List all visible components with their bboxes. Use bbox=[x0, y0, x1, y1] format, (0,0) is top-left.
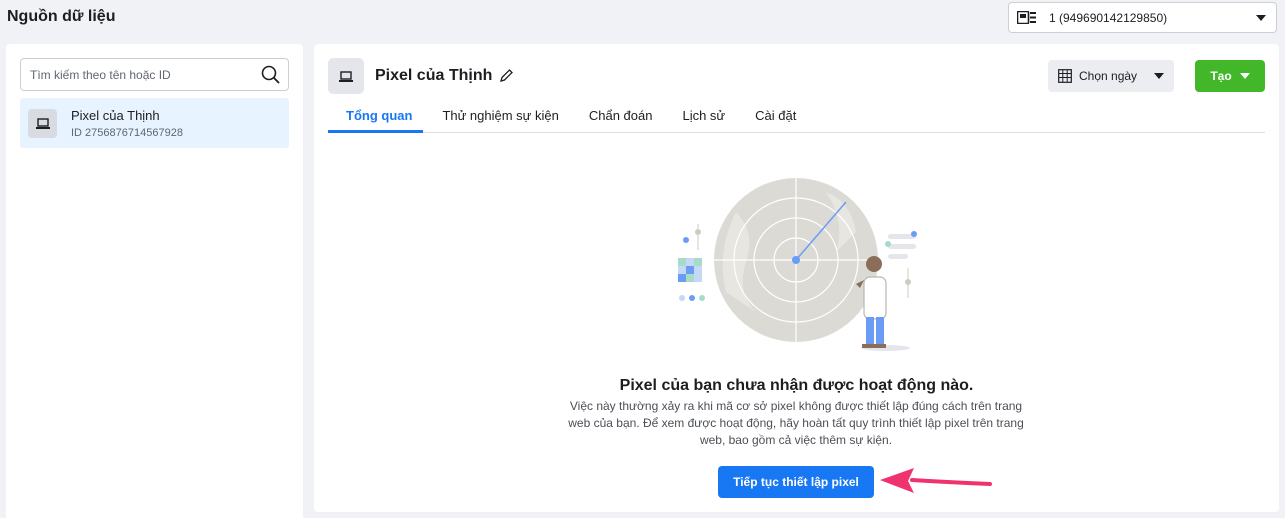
arrow-annotation-icon bbox=[880, 468, 992, 493]
search-input[interactable] bbox=[30, 67, 261, 82]
business-account-icon bbox=[1016, 10, 1036, 25]
create-button-label: Tạo bbox=[1210, 69, 1232, 83]
tab-history[interactable]: Lịch sử bbox=[682, 96, 725, 133]
account-label: 1 (949690142129850) bbox=[1049, 10, 1168, 25]
laptop-icon bbox=[328, 58, 364, 94]
calendar-icon bbox=[1058, 69, 1072, 83]
sidebar: Pixel của Thịnh ID 2756876714567928 bbox=[6, 44, 303, 518]
continue-setup-button[interactable]: Tiếp tục thiết lập pixel bbox=[718, 466, 874, 498]
tab-test-events[interactable]: Thử nghiệm sự kiện bbox=[442, 96, 558, 133]
tab-overview[interactable]: Tổng quan bbox=[328, 96, 424, 133]
sidebar-item-id: ID 2756876714567928 bbox=[71, 126, 183, 139]
tab-settings[interactable]: Cài đặt bbox=[755, 96, 796, 133]
pixel-title: Pixel của Thịnh bbox=[375, 67, 493, 84]
search-box bbox=[20, 58, 289, 91]
chevron-down-icon bbox=[1239, 73, 1250, 79]
create-button[interactable]: Tạo bbox=[1195, 60, 1265, 92]
page-title: Nguồn dữ liệu bbox=[7, 8, 116, 25]
sidebar-item-pixel[interactable]: Pixel của Thịnh ID 2756876714567928 bbox=[20, 98, 289, 148]
search-icon[interactable] bbox=[261, 65, 280, 84]
tab-diagnostics[interactable]: Chẩn đoán bbox=[589, 96, 653, 133]
pixel-header: Pixel của Thịnh Chọn ngày Tạo bbox=[328, 58, 1265, 94]
pencil-icon[interactable] bbox=[499, 69, 514, 83]
main-panel: Pixel của Thịnh Chọn ngày Tạo Tổng quan … bbox=[314, 44, 1279, 512]
date-picker-label: Chọn ngày bbox=[1079, 69, 1138, 83]
laptop-icon bbox=[28, 108, 57, 138]
date-picker-button[interactable]: Chọn ngày bbox=[1048, 60, 1174, 92]
chevron-down-icon bbox=[1154, 73, 1164, 79]
sidebar-item-name: Pixel của Thịnh bbox=[71, 107, 160, 123]
account-selector[interactable]: 1 (949690142129850) bbox=[1008, 2, 1277, 33]
empty-state-description: Việc này thường xảy ra khi mã cơ sở pixe… bbox=[568, 399, 1024, 447]
empty-state-title: Pixel của bạn chưa nhận được hoạt động n… bbox=[619, 377, 974, 394]
radar-illustration bbox=[678, 178, 917, 351]
tab-bar: Tổng quan Thử nghiệm sự kiện Chẩn đoán L… bbox=[328, 96, 1265, 133]
chevron-down-icon bbox=[1256, 14, 1266, 21]
